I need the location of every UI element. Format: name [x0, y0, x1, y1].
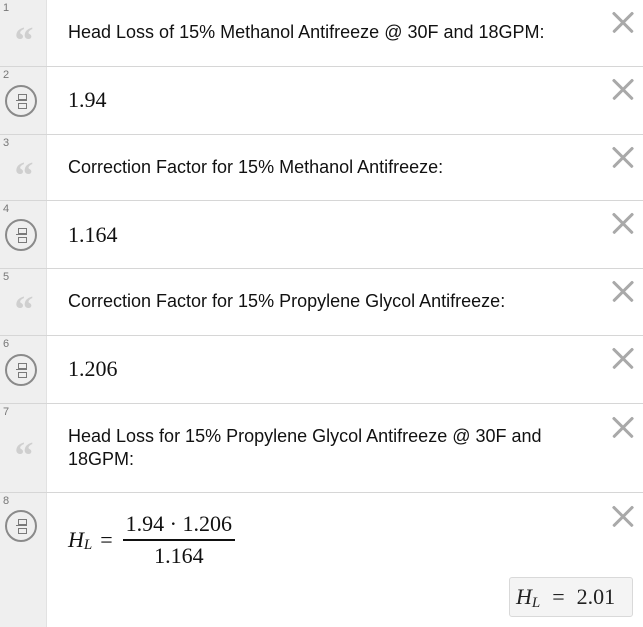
result-variable: H — [516, 584, 532, 609]
close-icon[interactable] — [611, 346, 635, 370]
expression-row-note[interactable]: 7 “ Head Loss for 15% Propylene Glycol A… — [0, 404, 643, 493]
expression-row-note[interactable]: 5 “ Correction Factor for 15% Propylene … — [0, 269, 643, 336]
expression-number: 6 — [3, 338, 10, 350]
close-icon[interactable] — [611, 10, 635, 34]
expression-number: 5 — [3, 271, 10, 283]
math-input[interactable]: 1.164 — [68, 222, 118, 248]
quote-icon: “ — [14, 435, 34, 477]
expression-row-note[interactable]: 1 “ Head Loss of 15% Methanol Antifreeze… — [0, 0, 643, 67]
expression-gutter: 1 “ — [0, 0, 47, 66]
expression-gutter: 7 “ — [0, 404, 47, 492]
expression-row-math[interactable]: 2 1.94 — [0, 67, 643, 135]
expression-number: 7 — [3, 406, 10, 418]
expression-gutter: 8 — [0, 493, 47, 627]
close-icon[interactable] — [611, 415, 635, 439]
note-text[interactable]: Correction Factor for 15% Propylene Glyc… — [68, 290, 505, 313]
note-text[interactable]: Correction Factor for 15% Methanol Antif… — [68, 156, 443, 179]
expression-number: 1 — [3, 2, 10, 14]
expression-number: 3 — [3, 137, 10, 149]
note-text[interactable]: Head Loss for 15% Propylene Glycol Antif… — [68, 425, 608, 471]
close-icon[interactable] — [611, 504, 635, 528]
close-icon[interactable] — [611, 211, 635, 235]
fraction: 1.94 · 1.206 1.164 — [122, 511, 235, 569]
fraction-numerator: 1.94 · 1.206 — [125, 511, 232, 536]
quote-icon: “ — [14, 20, 34, 62]
result-subscript: L — [531, 594, 541, 611]
expression-row-formula[interactable]: 8 HL = 1.94 · 1.206 1.164 HL = 2.01 — [0, 493, 643, 627]
close-icon[interactable] — [611, 77, 635, 101]
close-icon[interactable] — [611, 279, 635, 303]
expression-gutter: 6 — [0, 336, 47, 403]
fraction-denominator: 1.164 — [154, 542, 204, 568]
expression-number: 8 — [3, 495, 10, 507]
expression-number: 2 — [3, 69, 10, 81]
formula-input[interactable]: HL = 1.94 · 1.206 1.164 — [68, 511, 235, 569]
expression-row-note[interactable]: 3 “ Correction Factor for 15% Methanol A… — [0, 135, 643, 201]
math-input[interactable]: 1.94 — [68, 87, 107, 113]
evaluation-result: HL = 2.01 — [509, 577, 633, 617]
close-icon[interactable] — [611, 145, 635, 169]
calculator-icon — [5, 354, 37, 386]
calculator-icon — [5, 219, 37, 251]
expression-gutter: 5 “ — [0, 269, 47, 335]
expression-gutter: 4 — [0, 201, 47, 268]
formula-variable: H — [68, 526, 84, 552]
expression-number: 4 — [3, 203, 10, 215]
quote-icon: “ — [14, 155, 34, 197]
expression-gutter: 2 — [0, 67, 47, 134]
expression-gutter: 3 “ — [0, 135, 47, 200]
formula-subscript: L — [83, 537, 93, 554]
expression-row-math[interactable]: 6 1.206 — [0, 336, 643, 404]
calculator-icon — [5, 85, 37, 117]
result-equals-sign: = — [552, 584, 565, 609]
quote-icon: “ — [14, 289, 34, 331]
calculator-icon — [5, 510, 37, 542]
equals-sign: = — [100, 526, 113, 552]
math-input[interactable]: 1.206 — [68, 356, 118, 382]
expression-row-math[interactable]: 4 1.164 — [0, 201, 643, 269]
note-text[interactable]: Head Loss of 15% Methanol Antifreeze @ 3… — [68, 21, 545, 44]
result-value: 2.01 — [576, 584, 616, 609]
